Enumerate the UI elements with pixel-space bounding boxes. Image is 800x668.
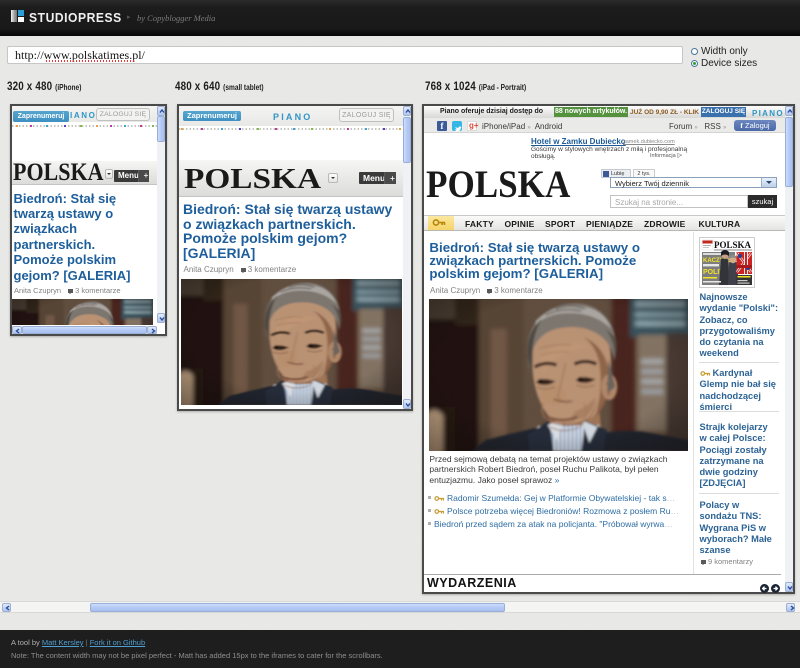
svg-text:POLSKA: POLSKA	[714, 240, 752, 250]
